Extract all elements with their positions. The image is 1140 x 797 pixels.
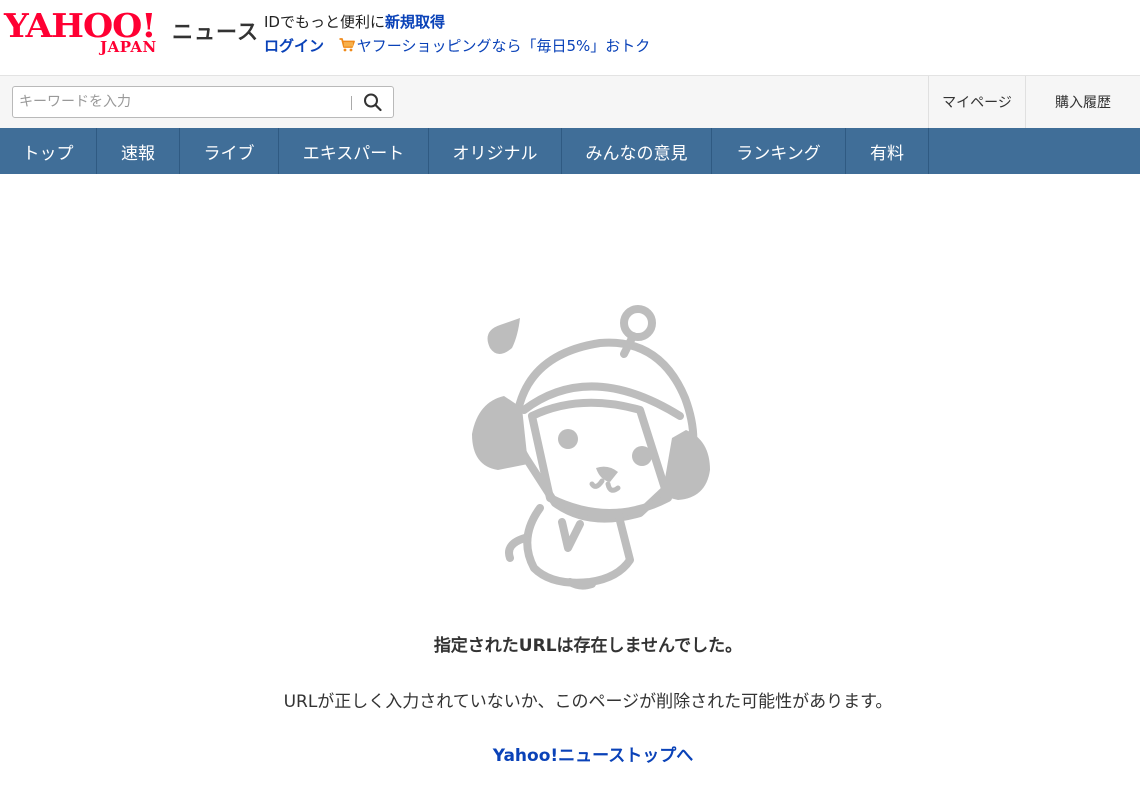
search-button[interactable] <box>361 91 385 113</box>
shopping-promo-link[interactable]: ヤフーショッピングなら「毎日5%」おトク <box>357 37 651 55</box>
utility-links: マイページ 購入履歴 <box>928 76 1140 128</box>
nav-item-original[interactable]: オリジナル <box>429 128 562 174</box>
nav-item-paid[interactable]: 有料 <box>846 128 929 174</box>
nav-item-opinions[interactable]: みんなの意見 <box>562 128 712 174</box>
promo-row-login: ログイン ヤフーショッピングなら「毎日5%」おトク <box>264 35 650 58</box>
nav-item-ranking[interactable]: ランキング <box>712 128 846 174</box>
service-name[interactable]: ニュース <box>172 16 259 46</box>
news-top-link[interactable]: Yahoo!ニューストップへ <box>0 741 1140 766</box>
cart-icon <box>339 38 355 52</box>
search-divider <box>351 96 352 110</box>
search-input[interactable] <box>19 87 349 117</box>
search-icon <box>364 93 382 112</box>
promo-area: IDでもっと便利に新規取得 ログイン ヤフーショッピングなら「毎日5%」おトク <box>264 11 650 58</box>
global-nav: トップ 速報 ライブ エキスパート オリジナル みんなの意見 ランキング 有料 <box>0 128 1140 174</box>
yahoo-japan-logo[interactable]: YAHOO! JAPAN <box>4 8 170 60</box>
nav-item-breaking[interactable]: 速報 <box>97 128 180 174</box>
mascot-illustration <box>472 305 710 590</box>
search-bar: マイページ 購入履歴 <box>0 75 1140 128</box>
nav-item-expert[interactable]: エキスパート <box>279 128 429 174</box>
promo-row-signup: IDでもっと便利に新規取得 <box>264 11 650 34</box>
purchase-history-link[interactable]: 購入履歴 <box>1025 76 1140 128</box>
login-link[interactable]: ログイン <box>264 37 324 55</box>
site-header: YAHOO! JAPAN ニュース IDでもっと便利に新規取得 ログイン ヤフー… <box>0 0 1140 75</box>
logo-subtext: JAPAN <box>100 38 157 56</box>
signup-link[interactable]: 新規取得 <box>385 13 445 31</box>
promo-text: IDでもっと便利に <box>264 13 385 31</box>
nav-item-live[interactable]: ライブ <box>180 128 279 174</box>
error-message: URLが正しく入力されていないか、このページが削除された可能性があります。 <box>283 692 893 712</box>
mypage-link[interactable]: マイページ <box>928 76 1025 128</box>
error-title: 指定されたURLは存在しませんでした。 <box>433 636 743 656</box>
search-box <box>12 86 394 118</box>
nav-item-top[interactable]: トップ <box>0 128 97 174</box>
